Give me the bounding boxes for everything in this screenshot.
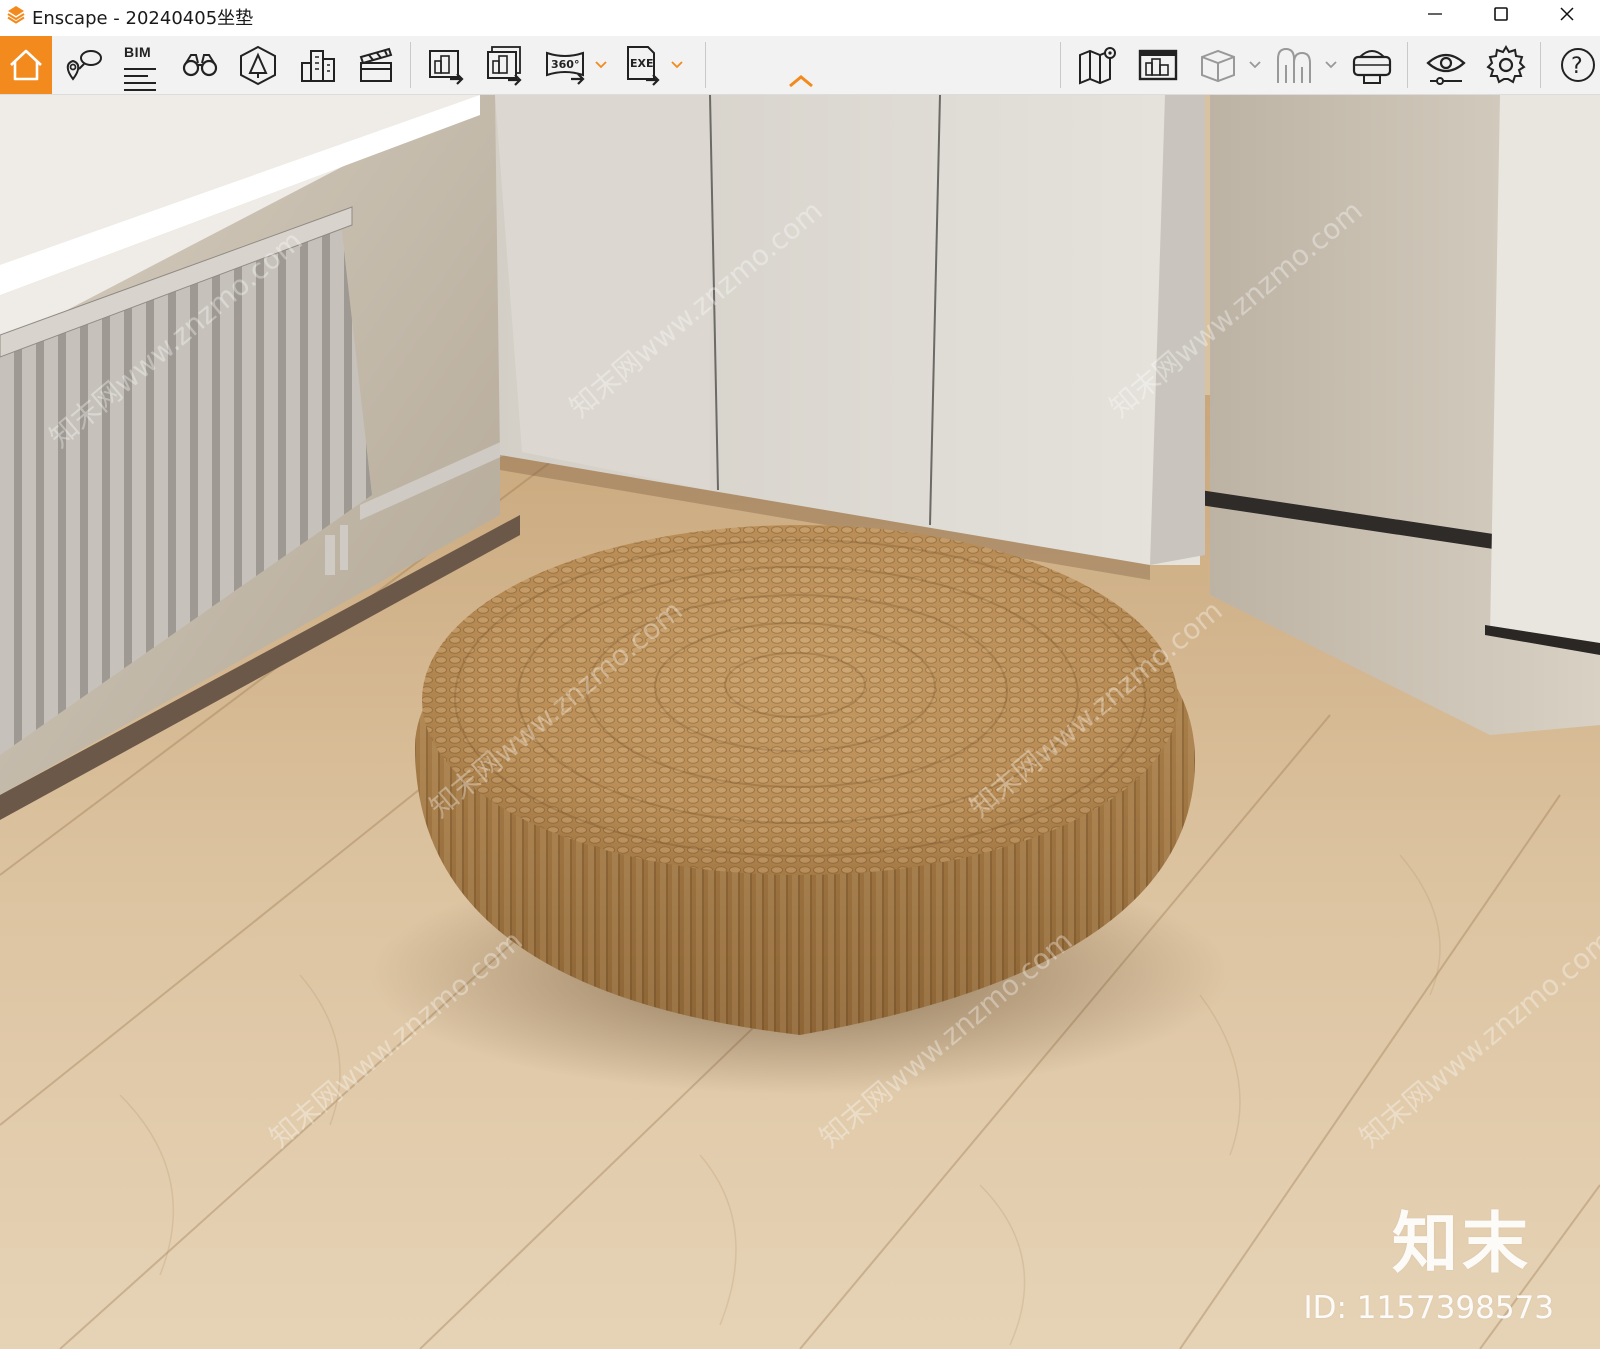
site-context-icon <box>301 50 335 82</box>
toolbar-separator <box>1540 42 1541 88</box>
help-button[interactable]: ? <box>1552 36 1600 94</box>
enscape-logo-icon <box>7 6 25 24</box>
chevron-down-icon <box>595 61 607 69</box>
vr-headset-icon <box>1352 50 1392 84</box>
export-360-dropdown[interactable] <box>593 54 609 76</box>
visual-settings-button[interactable] <box>1420 36 1472 94</box>
export-360-button[interactable]: 360° <box>540 36 592 94</box>
export-exe-button[interactable]: EXE <box>616 36 668 94</box>
close-button[interactable] <box>1534 0 1600 28</box>
watermark-logo: 知末 <box>1392 1205 1532 1282</box>
asset-library-icon <box>240 45 276 86</box>
title-bar: Enscape - 20240405坐垫 <box>0 0 1600 29</box>
close-icon <box>1560 7 1574 21</box>
settings-gear-icon <box>1486 45 1526 84</box>
toolbar-separator <box>410 42 411 88</box>
batch-render-button[interactable] <box>478 36 530 94</box>
help-icon: ? <box>1561 48 1595 82</box>
toolbar-collapse-button[interactable] <box>786 74 816 94</box>
chevron-down-icon <box>1325 61 1337 69</box>
section-box-dropdown[interactable] <box>1247 54 1263 76</box>
view-management-icon <box>66 50 102 81</box>
export-exe-icon: EXE <box>627 46 660 86</box>
video-editor-icon <box>359 47 393 82</box>
chevron-down-icon <box>1249 61 1261 69</box>
bim-button[interactable]: BIM <box>114 36 166 94</box>
settings-button[interactable] <box>1480 36 1532 94</box>
walkthrough-dropdown[interactable] <box>1323 54 1339 76</box>
walkthrough-button[interactable] <box>1268 36 1320 94</box>
maximize-icon <box>1494 7 1508 21</box>
export-exe-label: EXE <box>630 57 654 70</box>
vr-headset-button[interactable] <box>1346 36 1398 94</box>
chevron-up-icon <box>789 75 813 88</box>
walkthrough-icon <box>1277 47 1311 83</box>
bim-label: BIM <box>124 44 152 60</box>
watermark-id: ID: 1157398573 <box>1303 1290 1554 1326</box>
map-button[interactable] <box>1072 36 1124 94</box>
export-exe-dropdown[interactable] <box>669 54 685 76</box>
render-image-icon <box>429 50 464 85</box>
toolbar-separator <box>705 42 706 88</box>
mini-map-button[interactable] <box>1132 36 1184 94</box>
minimize-button[interactable] <box>1402 0 1468 28</box>
render-image-button[interactable] <box>420 36 472 94</box>
asset-library-button[interactable] <box>232 36 284 94</box>
export-360-icon: 360° <box>546 51 585 85</box>
maximize-button[interactable] <box>1468 0 1534 28</box>
window-title: Enscape - 20240405坐垫 <box>32 8 254 29</box>
home-icon <box>10 49 42 81</box>
video-editor-button[interactable] <box>350 36 402 94</box>
toolbar-separator <box>1407 42 1408 88</box>
toolbar-separator <box>1060 42 1061 88</box>
section-box-button[interactable] <box>1192 36 1244 94</box>
mini-map-icon <box>1138 49 1178 81</box>
help-label: ? <box>1571 54 1583 79</box>
export-360-label: 360° <box>551 58 579 71</box>
batch-render-icon <box>487 46 522 86</box>
minimize-icon <box>1428 13 1442 15</box>
view-management-button[interactable] <box>56 36 108 94</box>
binoculars-button[interactable] <box>174 36 226 94</box>
section-box-icon <box>1201 49 1235 83</box>
visual-settings-icon <box>1426 53 1466 85</box>
home-button[interactable] <box>0 36 52 94</box>
render-viewport[interactable]: 知末网www.znzmo.com 知末网www.znzmo.com 知末网www… <box>0 95 1600 1349</box>
site-context-button[interactable] <box>292 36 344 94</box>
binoculars-icon <box>182 54 218 77</box>
chevron-down-icon <box>671 61 683 69</box>
map-icon <box>1079 47 1116 85</box>
